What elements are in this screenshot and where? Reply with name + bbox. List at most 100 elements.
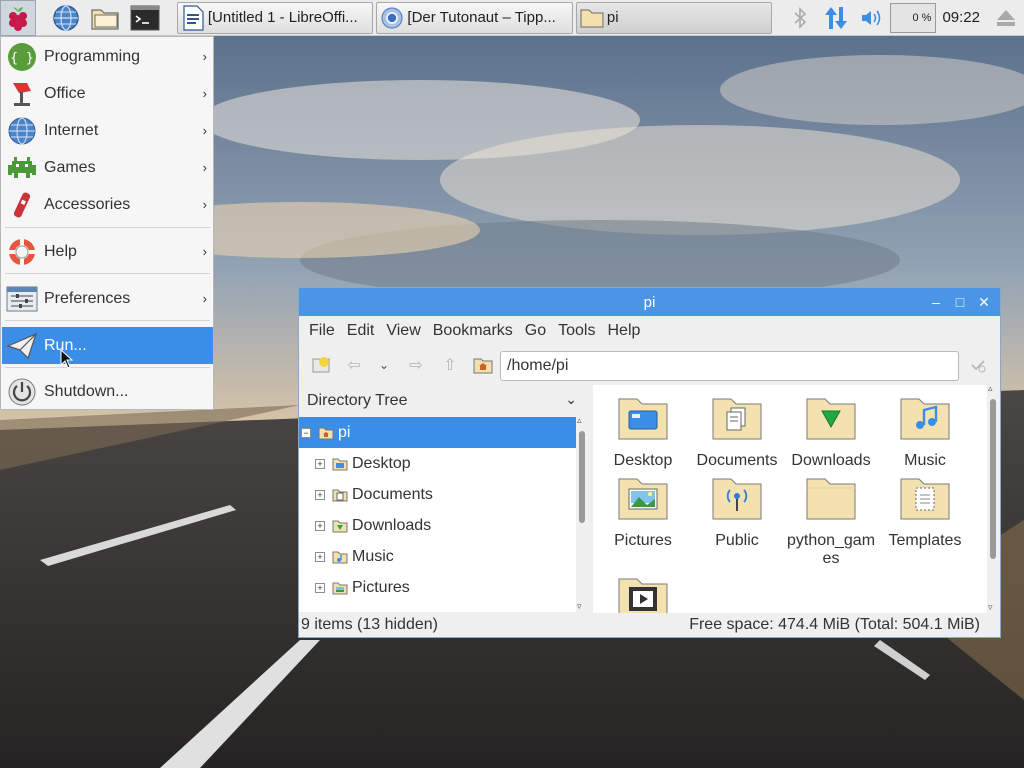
tree-item-downloads[interactable]: + Downloads xyxy=(299,510,576,541)
network-icon[interactable] xyxy=(818,0,854,36)
tree-item-desktop[interactable]: + Desktop xyxy=(299,448,576,479)
status-bar: 9 items (13 hidden) Free space: 474.4 Mi… xyxy=(299,613,1000,637)
menu-item-help[interactable]: Help › xyxy=(2,235,213,269)
expand-icon[interactable]: + xyxy=(315,551,325,562)
videos-folder-icon xyxy=(618,578,668,613)
folder-videos[interactable] xyxy=(595,575,691,613)
expand-icon[interactable]: + xyxy=(315,520,325,531)
expand-icon[interactable]: + xyxy=(315,458,325,469)
tree-item-pi[interactable]: − pi xyxy=(299,417,576,448)
expand-icon[interactable]: + xyxy=(315,489,325,500)
volume-icon[interactable] xyxy=(854,0,890,36)
menu-item-label: Shutdown... xyxy=(44,383,129,400)
folder-label: Pictures xyxy=(614,532,672,549)
expand-icon[interactable]: + xyxy=(315,582,325,593)
window-titlebar[interactable]: pi – □ ✕ xyxy=(299,288,1000,316)
menu-button[interactable] xyxy=(0,0,36,36)
folder-music[interactable]: Music xyxy=(877,395,973,470)
cpu-monitor[interactable]: 0 % xyxy=(890,2,937,33)
web-browser-launcher[interactable] xyxy=(48,0,84,36)
downloads-folder-icon xyxy=(806,398,856,440)
history-dropdown-icon[interactable]: ⌄ xyxy=(371,352,397,378)
go-icon[interactable] xyxy=(965,352,991,378)
menu-item-run[interactable]: Run... xyxy=(2,327,213,364)
menu-item-games[interactable]: Games › xyxy=(2,151,213,185)
menu-item-preferences[interactable]: Preferences › xyxy=(2,282,213,316)
menu-item-programming[interactable]: { } Programming › xyxy=(2,40,213,74)
file-manager-launcher[interactable] xyxy=(87,0,123,36)
directory-tree-pane: Directory Tree ⌄ − pi + Desktop + Docume… xyxy=(299,385,589,613)
minimize-icon[interactable]: – xyxy=(926,292,946,312)
menu-go[interactable]: Go xyxy=(519,322,552,340)
help-icon xyxy=(2,235,42,269)
folder-icon xyxy=(91,8,119,30)
folder-templates[interactable]: Templates xyxy=(877,475,973,550)
folder-public[interactable]: Public xyxy=(689,475,785,550)
scroll-down-icon[interactable]: ▿ xyxy=(577,601,582,612)
folder-label: Templates xyxy=(888,532,962,549)
menu-separator xyxy=(5,273,210,274)
folder-view-scrollbar-thumb[interactable] xyxy=(990,399,996,559)
submenu-arrow-icon: › xyxy=(202,197,207,212)
tree-item-label: Downloads xyxy=(352,516,432,534)
new-tab-icon[interactable] xyxy=(309,352,335,378)
menu-file[interactable]: File xyxy=(303,322,341,340)
menu-item-internet[interactable]: Internet › xyxy=(2,114,213,148)
side-pane-selector[interactable]: Directory Tree ⌄ xyxy=(299,385,589,417)
maximize-icon[interactable]: □ xyxy=(950,292,970,312)
preferences-icon xyxy=(2,282,42,316)
mouse-cursor-icon xyxy=(60,349,74,369)
menu-item-label: Preferences xyxy=(44,290,131,307)
tree-item-music[interactable]: + Music xyxy=(299,541,576,572)
menu-separator xyxy=(5,320,210,321)
forward-icon[interactable]: ⇨ xyxy=(403,352,429,378)
task-button-chromium[interactable]: [Der Tutonaut – Tipp... xyxy=(376,1,573,34)
submenu-arrow-icon: › xyxy=(202,86,207,101)
menu-item-accessories[interactable]: Accessories › xyxy=(2,188,213,222)
menu-separator xyxy=(5,367,210,368)
tree-item-pictures[interactable]: + Pictures xyxy=(299,572,576,603)
tree-scrollbar-thumb[interactable] xyxy=(579,431,585,523)
menu-edit[interactable]: Edit xyxy=(341,322,381,340)
shutdown-icon xyxy=(2,375,42,409)
folder-documents[interactable]: Documents xyxy=(689,395,785,470)
folder-python-games[interactable]: python_games xyxy=(783,475,879,568)
menu-help[interactable]: Help xyxy=(601,322,646,340)
menu-separator xyxy=(5,227,210,228)
menu-tools[interactable]: Tools xyxy=(552,322,601,340)
menu-bookmarks[interactable]: Bookmarks xyxy=(427,322,519,340)
bluetooth-icon[interactable] xyxy=(782,0,818,36)
pictures-folder-icon xyxy=(332,582,348,594)
menu-item-label: Internet xyxy=(44,122,99,139)
folder-label: Desktop xyxy=(613,452,673,469)
eject-icon[interactable] xyxy=(988,0,1024,36)
folder-downloads[interactable]: Downloads xyxy=(783,395,879,470)
home-icon[interactable] xyxy=(470,352,496,378)
menu-item-shutdown[interactable]: Shutdown... xyxy=(2,375,213,409)
tree-item-label: Music xyxy=(352,547,394,565)
folder-view-scrollbar[interactable]: ▵ ▿ xyxy=(987,383,999,613)
path-input[interactable]: /home/pi xyxy=(500,351,959,381)
submenu-arrow-icon: › xyxy=(202,291,207,306)
scroll-up-icon[interactable]: ▵ xyxy=(577,415,582,426)
terminal-launcher[interactable] xyxy=(127,0,163,36)
task-button-pi[interactable]: pi xyxy=(575,1,773,34)
clock[interactable]: 09:22 xyxy=(942,9,980,26)
menu-view[interactable]: View xyxy=(380,322,426,340)
close-icon[interactable]: ✕ xyxy=(974,292,994,312)
folder-desktop[interactable]: Desktop xyxy=(595,395,691,470)
folder-pictures[interactable]: Pictures xyxy=(595,475,691,550)
up-icon[interactable]: ⇧ xyxy=(437,352,463,378)
raspberry-icon xyxy=(8,6,27,31)
templates-folder-icon xyxy=(900,478,950,520)
chevron-down-icon[interactable]: ⌄ xyxy=(565,391,577,408)
task-button-libreoffice[interactable]: [Untitled 1 - LibreOffi... xyxy=(176,1,374,34)
tree-scrollbar[interactable]: ▵ ▿ xyxy=(576,415,588,612)
back-icon[interactable]: ⇦ xyxy=(341,352,367,378)
scroll-up-icon[interactable]: ▵ xyxy=(988,383,993,394)
scroll-down-icon[interactable]: ▿ xyxy=(988,602,993,613)
collapse-icon[interactable]: − xyxy=(301,427,311,438)
menu-item-office[interactable]: Office › xyxy=(2,77,213,111)
tree-item-documents[interactable]: + Documents xyxy=(299,479,576,510)
chromium-icon xyxy=(377,3,407,33)
